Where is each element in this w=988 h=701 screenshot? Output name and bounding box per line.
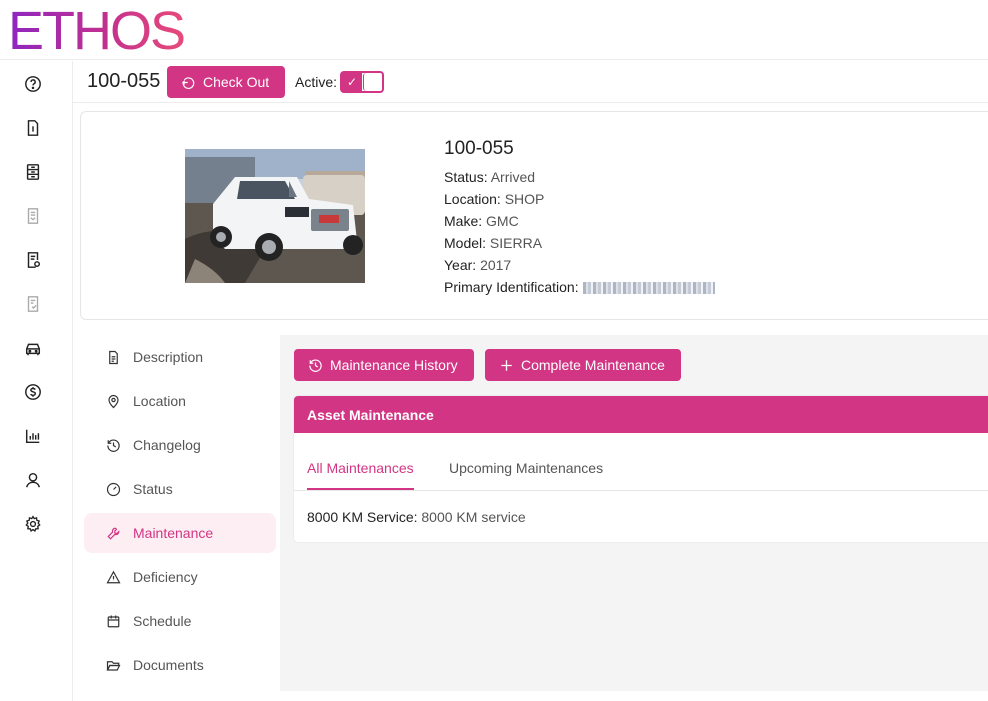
primary-id-row: Primary Identification: bbox=[444, 276, 715, 298]
primary-id-label: Primary Identification: bbox=[444, 279, 579, 295]
tab-upcoming-maintenances[interactable]: Upcoming Maintenances bbox=[449, 460, 603, 488]
nav-label: Schedule bbox=[133, 613, 192, 629]
location-row: Location: SHOP bbox=[444, 188, 715, 210]
maintenance-tabs: All Maintenances Upcoming Maintenances bbox=[294, 433, 988, 491]
asset-details: 100-055 Status: Arrived Location: SHOP M… bbox=[444, 138, 715, 298]
check-out-label: Check Out bbox=[203, 74, 270, 90]
list-item[interactable]: 8000 KM Service: 8000 KM service bbox=[294, 491, 988, 525]
asset-maintenance-card: Asset Maintenance All Maintenances Upcom… bbox=[294, 396, 988, 542]
complete-maintenance-label: Complete Maintenance bbox=[521, 357, 665, 373]
app-root: ETHOS 100-055 Check Out Active: ✓ 100-05… bbox=[0, 0, 988, 701]
nav-item-deficiency[interactable]: Deficiency bbox=[84, 557, 276, 597]
nav-label: Deficiency bbox=[133, 569, 198, 585]
asset-photo[interactable] bbox=[185, 149, 365, 283]
nav-label: Maintenance bbox=[133, 525, 214, 541]
calendar-icon bbox=[107, 615, 120, 627]
check-out-icon bbox=[182, 76, 195, 89]
info-document-icon[interactable] bbox=[22, 117, 44, 139]
status-value: Arrived bbox=[490, 169, 536, 185]
plus-icon bbox=[501, 359, 512, 371]
history-icon bbox=[309, 358, 322, 372]
model-label: Model: bbox=[444, 235, 487, 251]
maintenance-history-label: Maintenance History bbox=[330, 357, 458, 373]
section-nav: Description Location Changelog Status Ma… bbox=[84, 337, 276, 689]
complete-maintenance-button[interactable]: Complete Maintenance bbox=[485, 349, 681, 381]
document-settings-icon[interactable] bbox=[22, 249, 44, 271]
year-label: Year: bbox=[444, 257, 477, 273]
folder-icon bbox=[106, 660, 121, 671]
document-icon bbox=[109, 350, 118, 364]
nav-label: Documents bbox=[133, 657, 204, 673]
maintenance-name: 8000 KM Service: bbox=[307, 509, 418, 525]
year-value: 2017 bbox=[480, 257, 512, 273]
nav-label: Status bbox=[133, 481, 173, 497]
gauge-icon bbox=[106, 482, 121, 496]
document-check-icon[interactable] bbox=[22, 293, 44, 315]
active-toggle[interactable]: ✓ bbox=[340, 71, 384, 93]
nav-item-location[interactable]: Location bbox=[84, 381, 276, 421]
primary-id-redacted bbox=[582, 282, 715, 295]
mail-document-icon[interactable] bbox=[22, 205, 44, 227]
nav-item-description[interactable]: Description bbox=[84, 337, 276, 377]
toggle-knob bbox=[363, 73, 381, 91]
left-rail bbox=[0, 61, 73, 701]
active-label: Active: bbox=[295, 74, 338, 90]
maintenance-description: 8000 KM service bbox=[421, 509, 526, 525]
maintenance-panel: Maintenance History Complete Maintenance… bbox=[280, 335, 988, 691]
dollar-icon[interactable] bbox=[22, 381, 44, 403]
make-row: Make: GMC bbox=[444, 210, 715, 232]
status-row: Status: Arrived bbox=[444, 166, 715, 188]
location-label: Location: bbox=[444, 191, 501, 207]
nav-label: Description bbox=[133, 349, 204, 365]
check-out-button[interactable]: Check Out bbox=[167, 66, 286, 98]
nav-label: Location bbox=[133, 393, 186, 409]
asset-info-card: 100-055 Status: Arrived Location: SHOP M… bbox=[80, 111, 988, 320]
model-value: SIERRA bbox=[489, 235, 543, 251]
asset-header: 100-055 Check Out Active: ✓ bbox=[73, 61, 988, 103]
make-value: GMC bbox=[486, 213, 519, 229]
page-title: 100-055 bbox=[87, 70, 161, 92]
logo-bar: ETHOS bbox=[0, 0, 988, 60]
history-icon bbox=[107, 438, 120, 452]
car-icon[interactable] bbox=[22, 337, 44, 359]
nav-item-documents[interactable]: Documents bbox=[84, 645, 276, 685]
bar-chart-icon[interactable] bbox=[22, 425, 44, 447]
gear-icon[interactable] bbox=[22, 513, 44, 535]
status-label: Status: bbox=[444, 169, 488, 185]
nav-item-changelog[interactable]: Changelog bbox=[84, 425, 276, 465]
location-value: SHOP bbox=[504, 191, 545, 207]
ethos-logo[interactable]: ETHOS bbox=[8, 2, 186, 60]
checkmark-icon: ✓ bbox=[342, 73, 362, 91]
card-title: Asset Maintenance bbox=[294, 396, 988, 433]
file-cabinet-icon[interactable] bbox=[22, 161, 44, 183]
map-pin-icon bbox=[108, 394, 119, 408]
user-icon[interactable] bbox=[22, 469, 44, 491]
nav-label: Changelog bbox=[133, 437, 201, 453]
nav-item-schedule[interactable]: Schedule bbox=[84, 601, 276, 641]
make-label: Make: bbox=[444, 213, 483, 229]
help-icon[interactable] bbox=[22, 73, 44, 95]
model-row: Model: SIERRA bbox=[444, 232, 715, 254]
tab-all-maintenances[interactable]: All Maintenances bbox=[307, 460, 414, 490]
nav-item-status[interactable]: Status bbox=[84, 469, 276, 509]
year-row: Year: 2017 bbox=[444, 254, 715, 276]
wrench-icon bbox=[107, 527, 120, 540]
asset-name: 100-055 bbox=[444, 138, 514, 159]
maintenance-history-button[interactable]: Maintenance History bbox=[294, 349, 474, 381]
nav-item-maintenance[interactable]: Maintenance bbox=[84, 513, 276, 553]
warning-icon bbox=[106, 570, 121, 583]
